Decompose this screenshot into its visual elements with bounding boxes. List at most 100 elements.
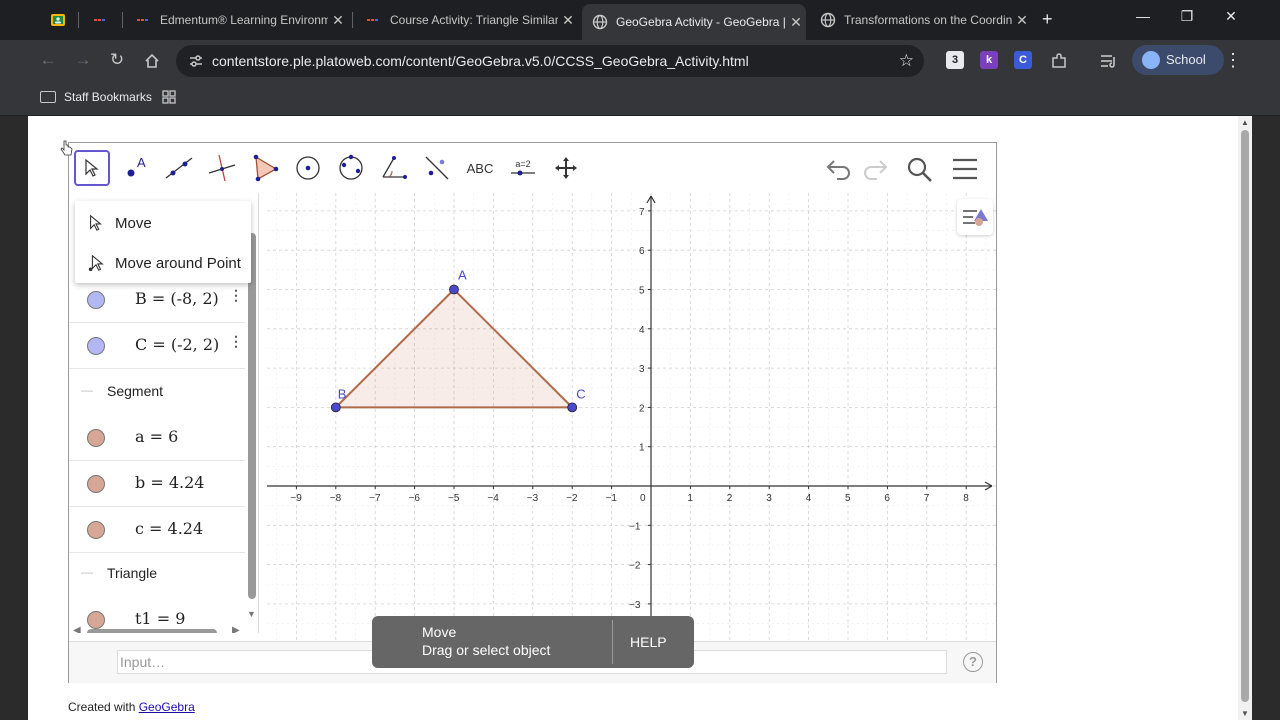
- edmentum-icon: [137, 19, 148, 21]
- algebra-entry[interactable]: C = (-2, 2): [135, 335, 219, 354]
- menu-item-move-around-point[interactable]: Move around Point: [75, 243, 251, 283]
- angle-tool[interactable]: [376, 150, 412, 186]
- scroll-up-icon[interactable]: ▲: [1241, 118, 1249, 127]
- list-item[interactable]: C = (-2, 2) ⋮: [69, 323, 245, 369]
- y-tick-label: −3: [629, 600, 641, 611]
- circle-tool[interactable]: [290, 150, 326, 186]
- help-button[interactable]: HELP: [630, 634, 667, 650]
- text-tool[interactable]: ABC: [462, 150, 498, 186]
- visibility-toggle[interactable]: [87, 337, 105, 355]
- x-tick-label: 5: [845, 493, 851, 504]
- site-settings-icon[interactable]: [188, 53, 204, 69]
- collapse-icon[interactable]: —: [81, 565, 93, 579]
- algebra-entry[interactable]: B = (-8, 2): [135, 289, 219, 308]
- scroll-down-icon[interactable]: ▼: [247, 609, 256, 619]
- reload-icon[interactable]: ↻: [106, 50, 128, 70]
- tab-course-activity[interactable]: Course Activity: Triangle Similar ✕: [356, 6, 578, 34]
- algebra-entry[interactable]: a = 6: [135, 427, 178, 446]
- bookmark-star-icon[interactable]: ☆: [899, 51, 914, 71]
- algebra-scrollbar[interactable]: [248, 233, 256, 599]
- visibility-toggle[interactable]: [87, 291, 105, 309]
- line-tool[interactable]: [161, 150, 197, 186]
- close-icon[interactable]: ✕: [328, 12, 348, 29]
- visibility-toggle[interactable]: [87, 429, 105, 447]
- profile-button[interactable]: School: [1132, 45, 1224, 75]
- graphics-view[interactable]: −9 −8 −7 −6 −5 −4 −3 −2 −1 0 1 2 3 4 5 6 7 8 7 6 5 4 3 2 1 −1 −2 −3…: [267, 193, 996, 641]
- extensions-puzzle-icon[interactable]: [1050, 52, 1068, 70]
- media-control-icon[interactable]: [1100, 53, 1118, 69]
- close-icon[interactable]: ✕: [558, 12, 578, 29]
- scrollbar-thumb[interactable]: [1241, 130, 1249, 702]
- scroll-down-icon[interactable]: ▼: [1241, 709, 1249, 718]
- apps-grid-icon[interactable]: [162, 90, 176, 104]
- algebra-hscrollbar[interactable]: [87, 629, 217, 633]
- tab-edmentum[interactable]: Edmentum® Learning Environm ✕: [126, 6, 348, 34]
- reflect-tool[interactable]: [419, 150, 455, 186]
- list-item[interactable]: b = 4.24: [69, 461, 245, 507]
- address-bar[interactable]: contentstore.ple.platoweb.com/content/Ge…: [176, 45, 924, 77]
- input-help-icon[interactable]: ?: [963, 652, 983, 672]
- group-header-triangle[interactable]: — Triangle: [69, 559, 245, 589]
- extension-3-icon[interactable]: 3: [946, 51, 964, 69]
- window-edge: [1252, 116, 1280, 720]
- algebra-entry[interactable]: b = 4.24: [135, 473, 204, 492]
- bookmark-folder-staff[interactable]: Staff Bookmarks: [40, 88, 152, 106]
- main-menu-icon[interactable]: [951, 155, 979, 183]
- list-item[interactable]: c = 4.24: [69, 507, 245, 553]
- point-B: [330, 402, 341, 413]
- scroll-left-icon[interactable]: ◀: [73, 625, 81, 633]
- redo-icon[interactable]: [861, 155, 889, 183]
- page-scrollbar[interactable]: ▲ ▼: [1238, 116, 1252, 720]
- scroll-right-icon[interactable]: ▶: [232, 625, 240, 633]
- visibility-toggle[interactable]: [87, 475, 105, 493]
- menu-item-move[interactable]: Move: [75, 203, 251, 243]
- geogebra-toolbar: A ABC a=2: [69, 143, 996, 193]
- undo-icon[interactable]: [825, 155, 853, 183]
- group-title: Triangle: [107, 565, 158, 581]
- group-header-segment[interactable]: — Segment: [69, 377, 245, 407]
- point-tool[interactable]: A: [118, 150, 154, 186]
- slider-icon: [511, 170, 535, 176]
- point-C: [567, 402, 578, 413]
- ellipse-tool[interactable]: [333, 150, 369, 186]
- triangle-t1: [333, 288, 575, 409]
- extension-c-icon[interactable]: C: [1014, 51, 1032, 69]
- polygon-tool[interactable]: [247, 150, 283, 186]
- edmentum-icon: [94, 19, 105, 21]
- list-item[interactable]: a = 6: [69, 415, 245, 461]
- forward-icon[interactable]: →: [72, 50, 94, 70]
- algebra-entry[interactable]: c = 4.24: [135, 519, 203, 538]
- restore-icon[interactable]: ❐: [1172, 8, 1202, 25]
- extension-kami-icon[interactable]: k: [980, 51, 998, 69]
- search-icon[interactable]: [905, 155, 933, 183]
- close-window-icon[interactable]: ✕: [1216, 8, 1246, 25]
- new-tab-button[interactable]: +: [1042, 9, 1053, 30]
- browser-menu-icon[interactable]: ⋮: [1224, 50, 1242, 71]
- close-icon[interactable]: ✕: [1012, 12, 1032, 29]
- list-item[interactable]: B = (-8, 2) ⋮: [69, 277, 245, 323]
- move-tool[interactable]: [74, 150, 110, 186]
- list-item[interactable]: t1 = 9: [69, 597, 245, 633]
- tab-transformations[interactable]: Transformations on the Coordin ✕: [810, 6, 1032, 34]
- perpendicular-tool[interactable]: [204, 150, 240, 186]
- x-tick-label: 1: [687, 493, 693, 504]
- geogebra-link[interactable]: GeoGebra: [139, 700, 195, 714]
- more-options-icon[interactable]: ⋮: [229, 287, 243, 304]
- style-bar-toggle[interactable]: [957, 199, 993, 235]
- close-icon[interactable]: ✕: [786, 14, 806, 31]
- algebra-entry[interactable]: t1 = 9: [135, 609, 185, 628]
- collapse-icon[interactable]: —: [81, 383, 93, 397]
- more-options-icon[interactable]: ⋮: [229, 333, 243, 350]
- coordinate-plane[interactable]: −9 −8 −7 −6 −5 −4 −3 −2 −1 0 1 2 3 4 5 6 7 8 7 6 5 4 3 2 1 −1 −2 −3…: [267, 193, 996, 641]
- mouse-cursor-icon: [60, 140, 73, 156]
- tab-classroom[interactable]: [40, 6, 76, 34]
- home-icon[interactable]: [144, 53, 160, 69]
- tab-edmentum-blank[interactable]: [82, 6, 118, 34]
- minimize-icon[interactable]: —: [1128, 8, 1158, 24]
- move-graphics-tool[interactable]: [548, 150, 584, 186]
- slider-tool[interactable]: a=2: [505, 150, 541, 186]
- back-icon[interactable]: ←: [37, 50, 59, 70]
- visibility-toggle[interactable]: [87, 611, 105, 629]
- visibility-toggle[interactable]: [87, 521, 105, 539]
- tab-geogebra-activity[interactable]: GeoGebra Activity - GeoGebra | ✕: [582, 4, 806, 40]
